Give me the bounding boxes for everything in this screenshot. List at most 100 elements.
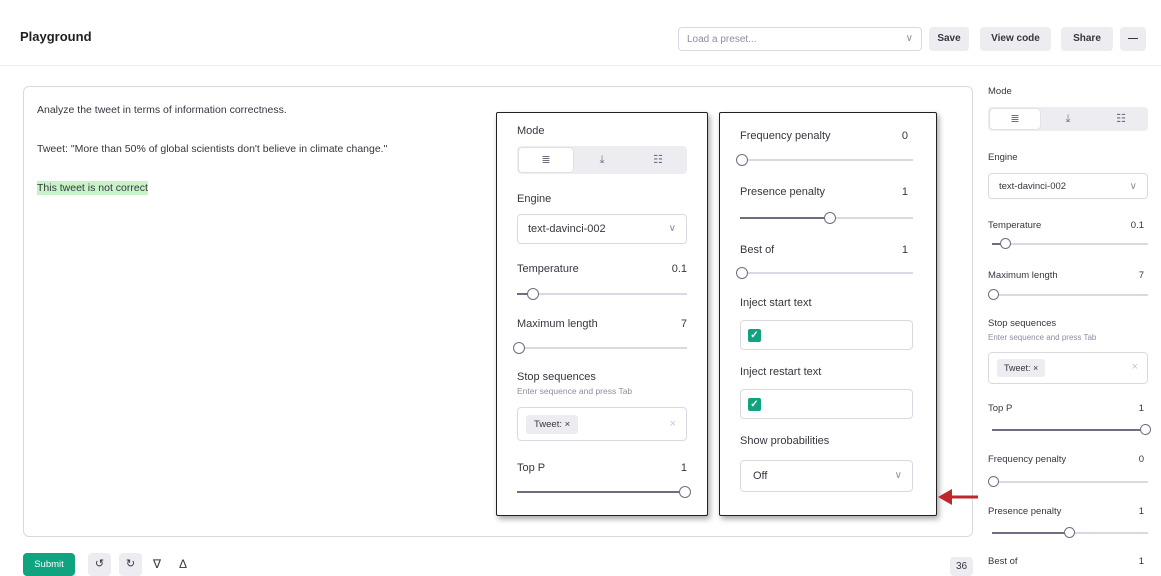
- top-p-label: Top P: [517, 462, 546, 474]
- frequency-penalty-thumb[interactable]: [736, 154, 748, 166]
- top-p-slider[interactable]: [517, 486, 691, 498]
- sidebar-best-of-value: 1: [1138, 556, 1144, 567]
- sidebar-presence-thumb[interactable]: [1064, 527, 1075, 538]
- stop-sequences-hint: Enter sequence and press Tab: [517, 386, 633, 396]
- save-button[interactable]: Save: [929, 27, 969, 51]
- best-of-slider[interactable]: [736, 267, 913, 279]
- sidebar-top-p-slider[interactable]: [992, 424, 1151, 435]
- presence-penalty-fill: [740, 217, 830, 219]
- sidebar-frequency-value: 0: [1138, 454, 1144, 465]
- chevron-down-icon: ∨: [905, 33, 913, 44]
- insert-mode-icon[interactable]: ⤓: [575, 146, 629, 174]
- inject-restart-field[interactable]: ✓: [740, 389, 913, 419]
- chevron-down-icon: ∨: [668, 223, 676, 234]
- chevron-down-icon: ∨: [1129, 181, 1137, 192]
- sidebar-stop-hint: Enter sequence and press Tab: [988, 333, 1097, 342]
- sidebar-engine-select[interactable]: text-davinci-002 ∨: [988, 173, 1148, 199]
- stop-sequence-tag[interactable]: Tweet: ×: [526, 415, 579, 434]
- undo-icon[interactable]: ↺: [88, 553, 111, 576]
- sidebar-engine-label: Engine: [988, 152, 1018, 163]
- zoom-panel-mode-settings: Mode ≣ ⤓ ☷ Engine text-davinci-002 ∨ Tem…: [496, 112, 708, 516]
- prompt-line-1: Analyze the tweet in terms of informatio…: [37, 104, 287, 116]
- page-title: Playground: [20, 29, 92, 44]
- sidebar-max-length-thumb[interactable]: [988, 289, 999, 300]
- token-count: 36: [950, 557, 973, 576]
- best-of-label: Best of: [740, 244, 775, 256]
- sidebar-top-p-thumb[interactable]: [1140, 424, 1151, 435]
- inject-restart-checkbox[interactable]: ✓: [748, 398, 761, 411]
- complete-mode-icon[interactable]: ≣: [519, 148, 573, 172]
- max-length-value: 7: [680, 318, 687, 330]
- sidebar-top-p-label: Top P: [988, 403, 1013, 414]
- more-options-button[interactable]: —: [1120, 27, 1146, 51]
- best-of-thumb[interactable]: [736, 267, 748, 279]
- frequency-penalty-value: 0: [901, 130, 908, 142]
- submit-button[interactable]: Submit: [23, 553, 75, 576]
- frequency-penalty-slider[interactable]: [736, 154, 913, 166]
- show-probabilities-label: Show probabilities: [740, 435, 830, 447]
- max-length-thumb[interactable]: [513, 342, 525, 354]
- view-code-button[interactable]: View code: [980, 27, 1051, 51]
- sidebar-temperature-value: 0.1: [1130, 220, 1144, 231]
- max-length-slider[interactable]: [513, 342, 687, 354]
- temperature-thumb[interactable]: [527, 288, 539, 300]
- temperature-label: Temperature: [517, 263, 579, 275]
- thumbs-down-icon[interactable]: ∇: [147, 553, 167, 576]
- regenerate-icon[interactable]: ↻: [119, 553, 142, 576]
- insert-mode-icon[interactable]: ⤓: [1043, 107, 1093, 131]
- presence-penalty-slider[interactable]: [740, 212, 913, 224]
- sidebar-best-of-label: Best of: [988, 556, 1018, 567]
- sidebar-temperature-label: Temperature: [988, 220, 1042, 231]
- frequency-penalty-label: Frequency penalty: [740, 130, 831, 142]
- presence-penalty-thumb[interactable]: [824, 212, 836, 224]
- presence-penalty-value: 1: [901, 186, 908, 198]
- engine-label: Engine: [517, 193, 552, 205]
- share-button[interactable]: Share: [1061, 27, 1113, 51]
- complete-mode-icon[interactable]: ≣: [990, 109, 1040, 129]
- sidebar-frequency-thumb[interactable]: [988, 476, 999, 487]
- prompt-line-2: Tweet: "More than 50% of global scientis…: [37, 143, 388, 155]
- edit-mode-icon[interactable]: ☷: [631, 146, 685, 174]
- stop-sequences-input[interactable]: Tweet: × ×: [517, 407, 687, 441]
- chevron-down-icon: ∨: [894, 470, 902, 481]
- show-probabilities-select[interactable]: Off ∨: [740, 460, 913, 492]
- sidebar-frequency-slider[interactable]: [988, 476, 1148, 487]
- zoom-panel-penalty-settings: Frequency penalty 0 Presence penalty 1 B…: [719, 112, 937, 516]
- sidebar-engine-value: text-davinci-002: [999, 181, 1067, 192]
- top-p-value: 1: [680, 462, 687, 474]
- clear-icon[interactable]: ×: [1132, 361, 1138, 373]
- show-probabilities-value: Off: [753, 470, 768, 482]
- inject-start-checkbox[interactable]: ✓: [748, 329, 761, 342]
- edit-mode-icon[interactable]: ☷: [1096, 107, 1146, 131]
- stop-sequences-label: Stop sequences: [517, 371, 596, 383]
- mode-toggle: ≣ ⤓ ☷: [517, 146, 687, 174]
- sidebar-max-length-slider[interactable]: [988, 289, 1148, 300]
- preset-placeholder: Load a preset...: [687, 34, 757, 45]
- preset-select[interactable]: Load a preset... ∨: [678, 27, 922, 51]
- completion-text: This tweet is not correct: [37, 181, 148, 195]
- sidebar-presence-slider[interactable]: [992, 527, 1148, 538]
- sidebar-stop-label: Stop sequences: [988, 318, 1057, 329]
- inject-start-field[interactable]: ✓: [740, 320, 913, 350]
- red-arrow-annotation: [938, 489, 978, 505]
- sidebar-presence-value: 1: [1138, 506, 1144, 517]
- thumbs-up-icon[interactable]: Δ: [173, 553, 193, 576]
- sidebar-top-p-fill: [992, 429, 1148, 431]
- max-length-label: Maximum length: [517, 318, 598, 330]
- clear-icon[interactable]: ×: [670, 418, 676, 430]
- sidebar-temperature-slider[interactable]: [992, 238, 1148, 249]
- top-bar: Playground Load a preset... ∨ Save View …: [0, 0, 1161, 66]
- temperature-slider[interactable]: [517, 288, 687, 300]
- sidebar-max-length-value: 7: [1138, 270, 1144, 281]
- top-p-thumb[interactable]: [679, 486, 691, 498]
- engine-select[interactable]: text-davinci-002 ∨: [517, 214, 687, 244]
- sidebar-stop-input[interactable]: Tweet: × ×: [988, 352, 1148, 384]
- sidebar-stop-tag[interactable]: Tweet: ×: [997, 359, 1046, 377]
- sidebar-presence-fill: [992, 532, 1070, 534]
- mode-label: Mode: [517, 125, 545, 137]
- sidebar-temperature-thumb[interactable]: [1000, 238, 1011, 249]
- best-of-value: 1: [901, 244, 908, 256]
- sidebar-frequency-label: Frequency penalty: [988, 454, 1067, 465]
- inject-restart-label: Inject restart text: [740, 366, 822, 378]
- engine-value: text-davinci-002: [528, 223, 606, 235]
